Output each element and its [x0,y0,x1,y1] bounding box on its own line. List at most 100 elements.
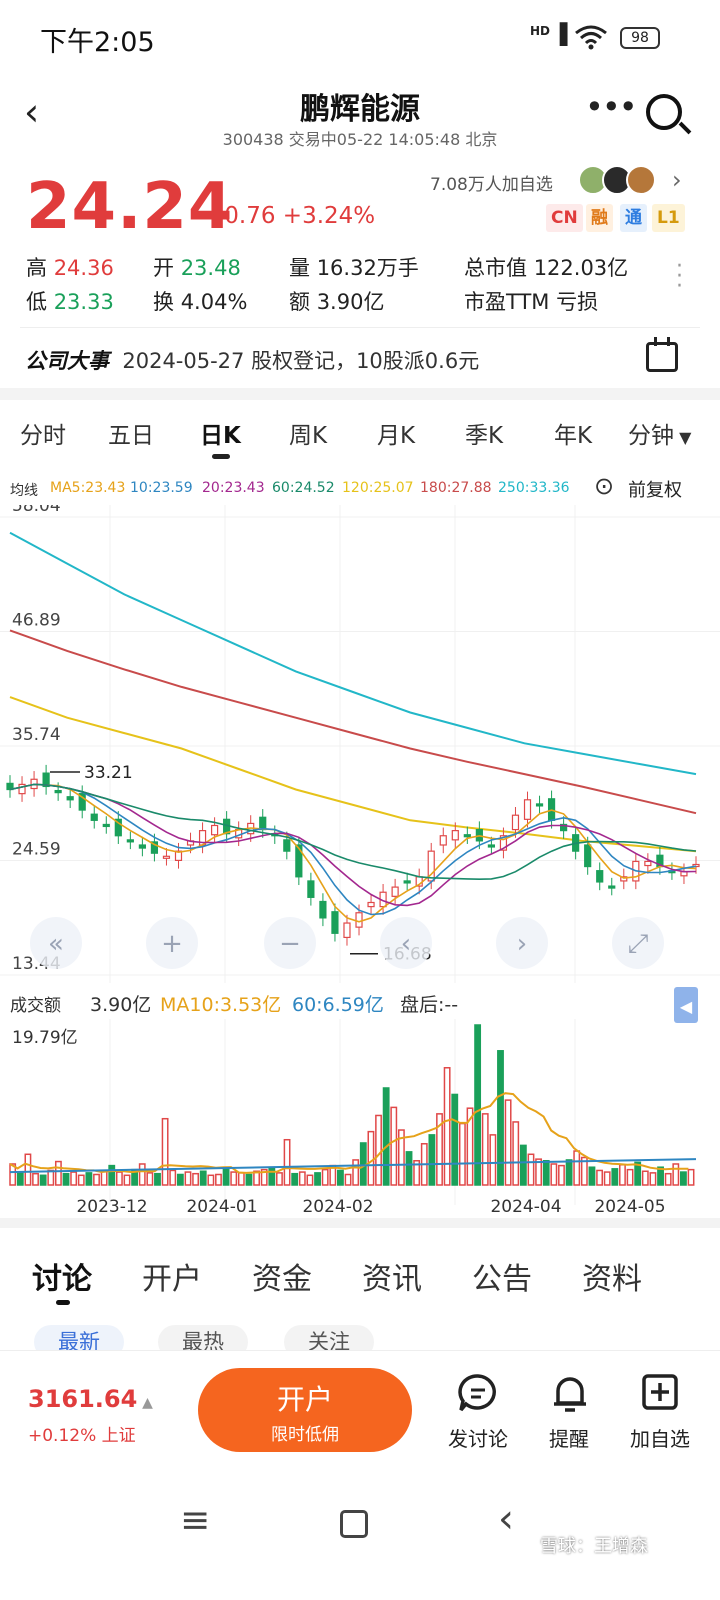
candle [319,900,327,919]
tab-discussion[interactable]: 讨论 [32,1254,92,1298]
tab-profile[interactable]: 资料 [582,1254,642,1298]
tag-l1[interactable]: L1 [652,204,685,232]
candle [210,824,219,836]
volume-bar [85,1172,93,1186]
calendar-icon[interactable] [646,337,678,372]
home-icon[interactable] [340,1510,368,1538]
volume-bar [504,1099,512,1186]
y-tick-label: 24.59 [12,840,61,860]
volume-bar [337,1169,344,1186]
more-vertical-icon[interactable]: · · · [676,256,684,298]
candle [283,839,291,852]
tag-connect[interactable]: 通 [620,204,647,232]
ma-item: 10:23.59 [130,480,193,496]
tag-margin[interactable]: 融 [586,204,613,232]
chevron-right-icon[interactable]: › [672,166,682,194]
stat-value: 亏损 [556,290,599,314]
volume-bar [237,1172,245,1186]
open-account-button[interactable]: 开户 限时低佣 [198,1368,412,1452]
candle [90,813,98,821]
volume-bar [367,1130,375,1186]
followers-count[interactable]: 7.08万人加自选 [430,170,553,195]
tab-account[interactable]: 开户 [142,1254,202,1298]
tab-funds[interactable]: 资金 [252,1254,312,1298]
ma-item: 120:25.07 [342,480,414,496]
current-price: 24.24 [26,170,234,244]
battery-level: 98 [631,30,649,46]
volume-bar [215,1173,222,1186]
volume-bar [146,1172,154,1186]
candle [66,796,74,801]
index-value[interactable]: 3161.64 ▲ [28,1385,153,1413]
chart-control-icon: › [517,929,527,959]
wifi-icon [575,25,607,50]
kline-chart[interactable]: 58.0446.8935.7424.5913.4433.2116.68«+−‹›… [0,496,720,1217]
candle [596,870,604,883]
stat-label: 换 [153,290,174,314]
tab-five-day[interactable]: 五日 [108,416,154,450]
discuss-button[interactable]: 发讨论 [433,1423,523,1452]
tab-announcements[interactable]: 公告 [472,1254,532,1298]
tab-yearly-k[interactable]: 年K [554,416,592,450]
company-events[interactable]: 公司大事 2024-05-27 股权登记，10股派0.6元 [25,345,479,375]
tab-weekly-k[interactable]: 周K [289,416,327,450]
discuss-icon[interactable] [458,1373,498,1413]
volume-bar [443,1067,451,1186]
divider [20,327,700,328]
more-icon[interactable]: ••• [585,88,638,126]
volume-bar [359,1142,367,1186]
volume-bar [39,1174,47,1186]
menu-icon[interactable]: ≡ [180,1500,210,1541]
alert-button[interactable]: 提醒 [524,1423,614,1452]
volume-bar [47,1169,55,1186]
volume-bar [542,1159,550,1186]
tab-minute[interactable]: 分钟 ▼ [628,416,691,450]
chart-control-icon: « [48,929,64,959]
volume-bar [184,1171,192,1186]
events-text: 2024-05-27 股权登记，10股派0.6元 [122,349,480,373]
volume-bar [390,1106,398,1186]
volume-bar [321,1168,329,1186]
volume-bar [268,1166,276,1186]
bell-icon[interactable] [550,1373,590,1413]
content-tabs: 讨论 开户 资金 资讯 公告 资料 [0,1230,720,1310]
volume-bar [207,1174,215,1186]
index-number: 3161.64 [28,1385,138,1413]
add-watchlist-button[interactable]: 加自选 [615,1423,705,1452]
bottom-action-bar: 3161.64 ▲ +0.12% 上证 开户 限时低佣 发讨论 提醒 加自选 [0,1350,720,1480]
volume-bar [458,1122,466,1186]
stat-label: 市盈TTM [464,290,550,314]
volume-bar [611,1168,619,1186]
chart-control-icon: ⤢ [628,929,649,959]
watermark: 雪球：王增森 [540,1536,648,1557]
volume-bar [230,1171,238,1186]
candle [138,844,146,849]
add-watchlist-icon[interactable] [641,1373,679,1411]
signal-icon: ▐ [552,22,568,46]
volume-bar [314,1172,321,1186]
candle [126,839,134,843]
volume-bar [298,1171,306,1186]
volume-bar [291,1172,299,1186]
tab-quarterly-k[interactable]: 季K [465,416,503,450]
tag-cn[interactable]: CN [546,204,583,232]
collapse-icon: ◀ [680,997,693,1016]
volume-bar [62,1172,70,1186]
adjust-label[interactable]: 前复权 [628,476,682,502]
section-gap [0,1218,720,1228]
tab-news[interactable]: 资讯 [362,1254,422,1298]
adjust-icon[interactable]: ⊙ [594,472,614,500]
tab-timeshare[interactable]: 分时 [20,416,66,450]
tab-monthly-k[interactable]: 月K [377,416,415,450]
volume-bar [596,1169,603,1186]
volume-bar [24,1153,32,1186]
y-tick-label: 35.74 [12,725,61,745]
volume-header-text: 3.90亿 [90,994,151,1016]
volume-header-text: 60:6.59亿 [292,994,384,1016]
volume-bar [176,1173,184,1186]
volume-bar [123,1174,131,1186]
search-icon[interactable] [646,94,682,130]
tab-daily-k[interactable]: 日K [200,416,241,450]
candle [535,803,544,807]
back-icon[interactable]: ‹ [498,1496,514,1542]
